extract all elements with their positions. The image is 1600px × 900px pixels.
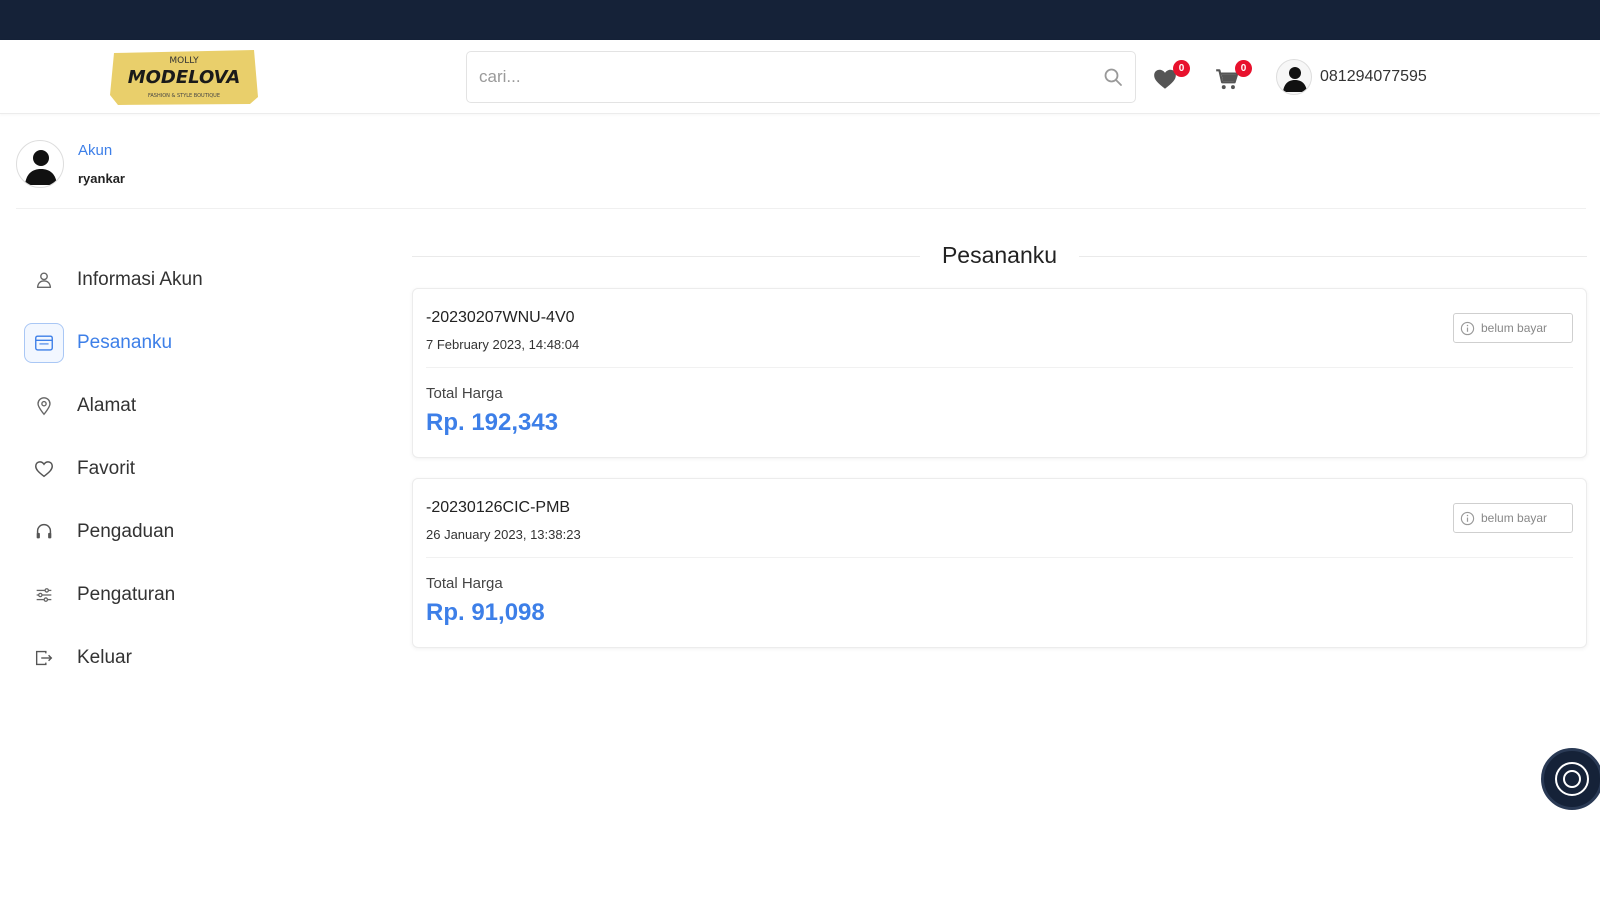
sidebar-item-label: Informasi Akun — [77, 269, 203, 290]
user-menu[interactable]: 081294077595 — [1276, 58, 1427, 96]
logo-sub-text: FASHION & STYLE BOUTIQUE — [148, 93, 220, 99]
status-badge: belum bayar — [1453, 503, 1573, 533]
profile-label[interactable]: Akun — [78, 142, 112, 159]
sidebar-item-keluar[interactable]: Keluar — [24, 638, 354, 678]
map-pin-icon — [24, 386, 64, 426]
profile-summary: Akun ryankar — [16, 140, 1586, 190]
orders-icon — [24, 323, 64, 363]
sidebar-item-alamat[interactable]: Alamat — [24, 386, 354, 426]
header: MOLLY MODELOVA FASHION & STYLE BOUTIQUE … — [0, 40, 1600, 114]
heart-outline-icon — [24, 449, 64, 489]
cart-button[interactable]: 0 — [1214, 60, 1252, 94]
chat-floating-button[interactable] — [1541, 748, 1600, 810]
user-avatar-icon — [1276, 59, 1312, 95]
user-phone: 081294077595 — [1320, 68, 1427, 85]
logout-icon — [24, 638, 64, 678]
sidebar-item-label: Pengaduan — [77, 521, 175, 542]
cart-count-badge: 0 — [1235, 60, 1252, 77]
info-icon — [1460, 321, 1475, 335]
order-id: -20230207WNU-4V0 — [426, 309, 575, 326]
page-title: Pesananku — [941, 242, 1058, 268]
headset-icon — [24, 512, 64, 552]
order-total: Rp. 91,098 — [426, 599, 545, 626]
top-bar — [0, 0, 1600, 40]
search-input[interactable] — [467, 52, 1087, 102]
order-card[interactable]: -20230126CIC-PMB 26 January 2023, 13:38:… — [412, 478, 1587, 648]
logo-image: MOLLY MODELOVA FASHION & STYLE BOUTIQUE — [110, 50, 258, 105]
status-text: belum bayar — [1481, 321, 1548, 335]
section-header: Pesananku — [412, 238, 1587, 274]
logo-top-text: MOLLY — [169, 56, 199, 66]
logo-main-text: MODELOVA — [128, 67, 241, 88]
wishlist-count-badge: 0 — [1173, 60, 1190, 77]
sliders-icon — [24, 575, 64, 615]
sidebar-item-label: Keluar — [77, 647, 132, 668]
total-label: Total Harga — [426, 575, 503, 592]
order-card[interactable]: -20230207WNU-4V0 7 February 2023, 14:48:… — [412, 288, 1587, 458]
sidebar-item-label: Favorit — [77, 458, 136, 479]
sidebar-item-favorit[interactable]: Favorit — [24, 449, 354, 489]
card-divider — [426, 367, 1573, 368]
sidebar-item-label: Pengaturan — [77, 584, 176, 605]
order-date: 7 February 2023, 14:48:04 — [426, 337, 580, 352]
search-icon[interactable] — [1103, 67, 1123, 87]
sidebar-item-pengaturan[interactable]: Pengaturan — [24, 575, 354, 615]
sidebar-item-informasi-akun[interactable]: Informasi Akun — [24, 260, 354, 300]
sidebar-item-pengaduan[interactable]: Pengaduan — [24, 512, 354, 552]
chat-icon-inner — [1563, 770, 1581, 788]
profile-username: ryankar — [78, 171, 125, 186]
info-icon — [1460, 511, 1475, 525]
search-bar — [466, 51, 1136, 103]
total-label: Total Harga — [426, 385, 503, 402]
account-sidebar: Informasi Akun Pesananku Alamat Favorit … — [24, 260, 354, 701]
order-id: -20230126CIC-PMB — [426, 499, 571, 516]
user-icon — [24, 260, 64, 300]
order-date: 26 January 2023, 13:38:23 — [426, 527, 581, 542]
sidebar-item-pesananku[interactable]: Pesananku — [24, 323, 354, 363]
brand-logo[interactable]: MOLLY MODELOVA FASHION & STYLE BOUTIQUE — [108, 47, 260, 107]
profile-divider — [16, 208, 1586, 209]
status-badge: belum bayar — [1453, 313, 1573, 343]
wishlist-button[interactable]: 0 — [1152, 60, 1190, 94]
order-total: Rp. 192,343 — [426, 409, 559, 436]
sidebar-item-label: Pesananku — [77, 332, 173, 353]
card-divider — [426, 557, 1573, 558]
profile-avatar-icon — [16, 140, 64, 188]
sidebar-item-label: Alamat — [77, 395, 137, 416]
status-text: belum bayar — [1481, 511, 1548, 525]
